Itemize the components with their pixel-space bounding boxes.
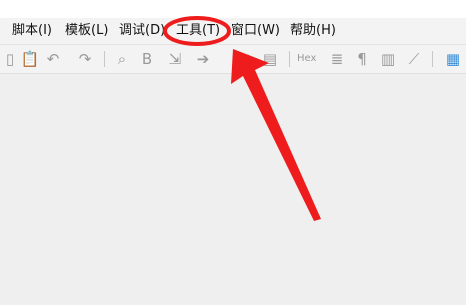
goto-icon[interactable]: ⇲ — [165, 49, 185, 69]
menu-bar: 脚本(I) 模板(L) 调试(D) 工具(T) 窗口(W) 帮助(H) — [0, 18, 466, 45]
menu-script[interactable]: 脚本(I) — [12, 22, 52, 40]
toolbar-separator — [289, 51, 290, 67]
editor-window: 脚本(I) 模板(L) 调试(D) 工具(T) 窗口(W) 帮助(H) ▯ 📋 … — [0, 0, 466, 305]
menu-template[interactable]: 模板(L) — [65, 22, 108, 40]
toolbar: ▯ 📋 ↶ ↷ ⌕ B ⇲ ➔ ▣ ▤ Hex ≣ ¶ ▥ ⟋ ▦ — [0, 45, 466, 74]
settings-icon[interactable]: ≣ — [327, 49, 347, 69]
columns-icon[interactable]: ▥ — [378, 49, 398, 69]
hex-toggle-icon[interactable]: Hex — [297, 50, 316, 68]
menu-debug[interactable]: 调试(D) — [119, 22, 165, 40]
print-icon[interactable]: ▤ — [260, 49, 280, 69]
menu-help[interactable]: 帮助(H) — [290, 22, 336, 40]
document-area[interactable] — [0, 74, 466, 305]
forward-icon[interactable]: ➔ — [193, 49, 213, 69]
undo-icon[interactable]: ↶ — [43, 49, 63, 69]
replace-icon[interactable]: B — [137, 49, 157, 69]
tool-icon[interactable]: ⟋ — [404, 49, 424, 69]
title-strip — [0, 0, 466, 18]
paragraph-icon[interactable]: ¶ — [352, 49, 372, 69]
menu-tools[interactable]: 工具(T) — [176, 22, 220, 40]
find-icon[interactable]: ⌕ — [112, 49, 132, 69]
toolbar-separator — [104, 51, 105, 67]
new-file-icon[interactable]: ▯ — [0, 49, 20, 69]
menu-window[interactable]: 窗口(W) — [231, 22, 280, 40]
redo-icon[interactable]: ↷ — [75, 49, 95, 69]
toolbar-separator — [432, 51, 433, 67]
paste-icon[interactable]: 📋 — [20, 49, 40, 69]
calculator-icon[interactable]: ▦ — [443, 49, 463, 69]
bookmark-icon[interactable]: ▣ — [233, 49, 253, 69]
